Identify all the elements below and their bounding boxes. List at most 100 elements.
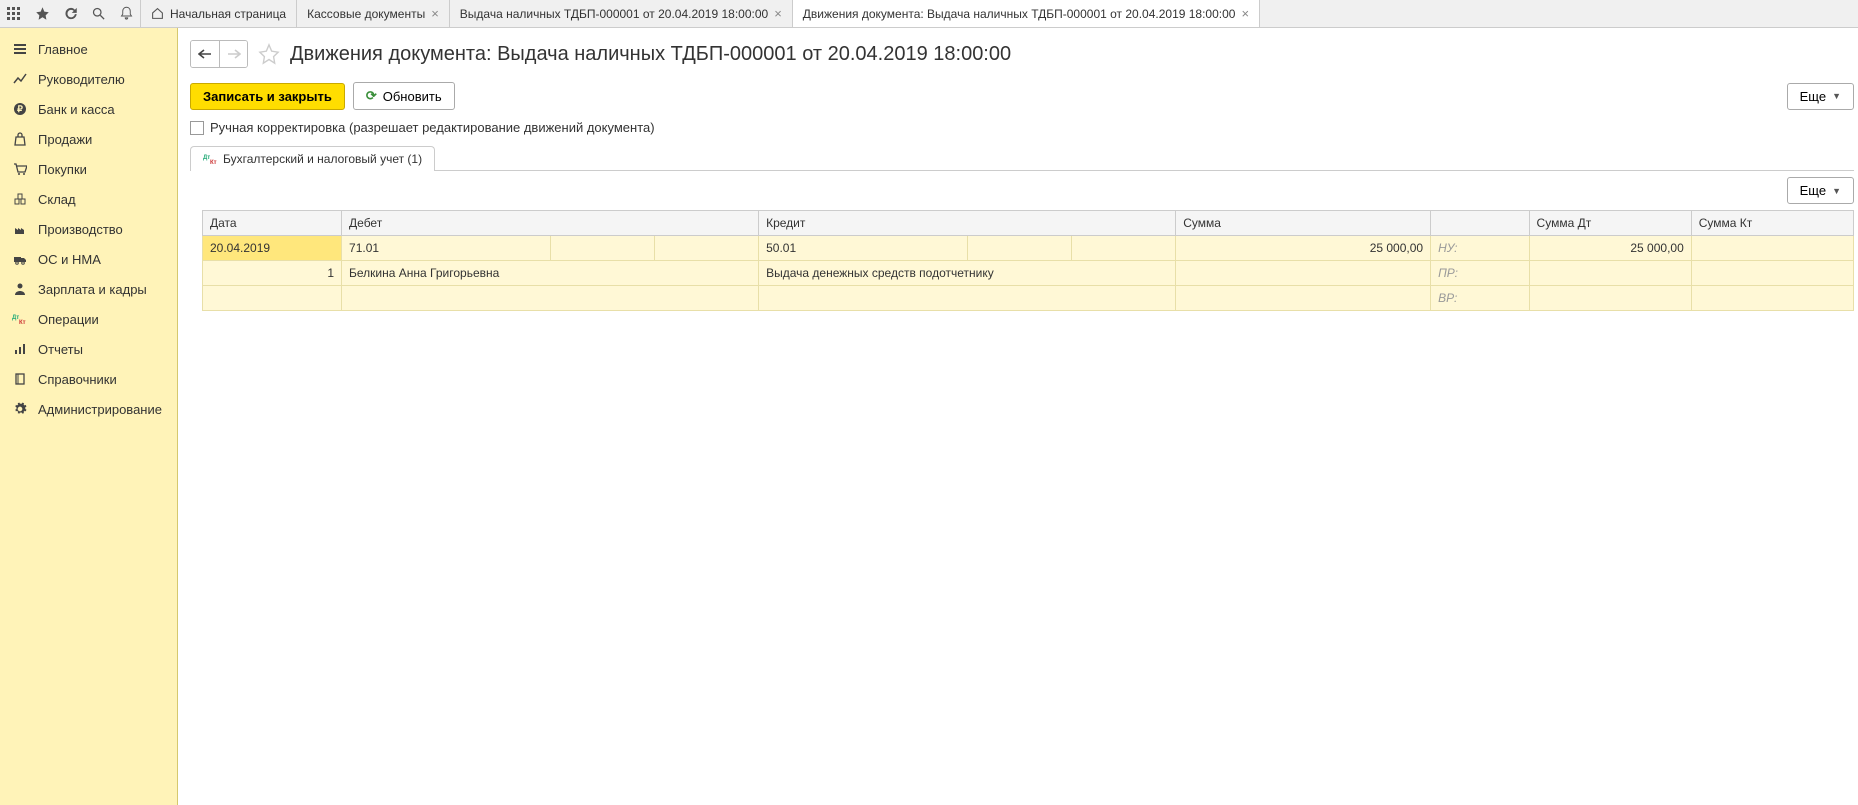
svg-text:Кт: Кт [210, 160, 217, 165]
refresh-icon: ⟳ [366, 88, 377, 104]
sidebar-label: Продажи [38, 132, 92, 147]
tab-accounting-label: Бухгалтерский и налоговый учет (1) [223, 152, 422, 166]
favorite-star-icon[interactable] [258, 43, 280, 65]
sidebar-item-manager[interactable]: Руководителю [0, 64, 177, 94]
sidebar: Главное Руководителю ₽Банк и касса Прода… [0, 28, 178, 805]
menu-icon [12, 41, 28, 57]
book-icon [12, 371, 28, 387]
manual-correction-label: Ручная корректировка (разрешает редактир… [210, 120, 655, 135]
truck-icon [12, 251, 28, 267]
apps-icon[interactable] [6, 6, 22, 22]
nav-buttons [190, 40, 248, 68]
more-button[interactable]: Еще ▼ [1787, 83, 1854, 110]
tab-home-label: Начальная страница [170, 7, 286, 21]
table-row[interactable]: 1 Белкина Анна Григорьевна Выдача денежн… [203, 261, 1854, 286]
svg-text:₽: ₽ [17, 104, 23, 114]
tab-doc-movements-label: Движения документа: Выдача наличных ТДБП… [803, 7, 1236, 21]
top-icons [0, 0, 140, 27]
col-sumkt[interactable]: Сумма Кт [1691, 211, 1853, 236]
grid-more-button[interactable]: Еще ▼ [1787, 177, 1854, 204]
inner-tab-strip: ДтКт Бухгалтерский и налоговый учет (1) [190, 145, 1854, 171]
save-close-button[interactable]: Записать и закрыть [190, 83, 345, 110]
bars-icon [12, 341, 28, 357]
sidebar-item-warehouse[interactable]: Склад [0, 184, 177, 214]
grid-toolbar: Еще ▼ [190, 171, 1854, 210]
tab-doc-movements[interactable]: Движения документа: Выдача наличных ТДБП… [793, 0, 1260, 27]
cell-date: 20.04.2019 [203, 236, 342, 261]
manual-correction-row: Ручная корректировка (разрешает редактир… [190, 120, 1854, 135]
layout: Главное Руководителю ₽Банк и касса Прода… [0, 28, 1858, 805]
sidebar-item-reports[interactable]: Отчеты [0, 334, 177, 364]
sidebar-label: Покупки [38, 162, 87, 177]
refresh-label: Обновить [383, 89, 442, 104]
sidebar-item-assets[interactable]: ОС и НМА [0, 244, 177, 274]
grid-wrap: Дата Дебет Кредит Сумма Сумма Дт Сумма К… [190, 210, 1854, 311]
more-label: Еще [1800, 89, 1826, 104]
cell-credit-name: Выдача денежных средств подотчетнику [759, 261, 1176, 286]
sidebar-item-purchases[interactable]: Покупки [0, 154, 177, 184]
svg-text:Кт: Кт [19, 320, 26, 325]
cell-pr-label: ПР: [1431, 261, 1529, 286]
table-row[interactable]: 20.04.2019 71.01 50.01 25 000,00 НУ: 25 … [203, 236, 1854, 261]
factory-icon [12, 221, 28, 237]
col-credit[interactable]: Кредит [759, 211, 1176, 236]
sidebar-item-main[interactable]: Главное [0, 34, 177, 64]
cart-icon [12, 161, 28, 177]
nav-forward-button[interactable] [219, 41, 247, 67]
top-bar: Начальная страница Кассовые документы × … [0, 0, 1858, 28]
manual-correction-checkbox[interactable] [190, 121, 204, 135]
tab-home[interactable]: Начальная страница [140, 0, 297, 27]
grid-header-row: Дата Дебет Кредит Сумма Сумма Дт Сумма К… [203, 211, 1854, 236]
refresh-button[interactable]: ⟳ Обновить [353, 82, 455, 110]
cell-rownum: 1 [203, 261, 342, 286]
boxes-icon [12, 191, 28, 207]
sidebar-item-operations[interactable]: ДтКт Операции [0, 304, 177, 334]
chevron-down-icon: ▼ [1832, 186, 1841, 196]
tab-cash-issue[interactable]: Выдача наличных ТДБП-000001 от 20.04.201… [450, 0, 793, 27]
cell-vr-label: ВР: [1431, 286, 1529, 311]
tab-cash-issue-label: Выдача наличных ТДБП-000001 от 20.04.201… [460, 7, 768, 21]
header-row: Движения документа: Выдача наличных ТДБП… [190, 40, 1854, 68]
sidebar-item-bank[interactable]: ₽Банк и касса [0, 94, 177, 124]
sidebar-item-sales[interactable]: Продажи [0, 124, 177, 154]
person-icon [12, 281, 28, 297]
sidebar-label: Справочники [38, 372, 117, 387]
close-icon[interactable]: × [774, 6, 782, 21]
history-icon[interactable] [62, 6, 78, 22]
sidebar-item-catalogs[interactable]: Справочники [0, 364, 177, 394]
sidebar-label: Операции [38, 312, 99, 327]
postings-grid[interactable]: Дата Дебет Кредит Сумма Сумма Дт Сумма К… [202, 210, 1854, 311]
nav-back-button[interactable] [191, 41, 219, 67]
tab-cash-docs[interactable]: Кассовые документы × [297, 0, 450, 27]
content-area: Движения документа: Выдача наличных ТДБП… [178, 28, 1858, 805]
sidebar-label: Главное [38, 42, 88, 57]
col-debit[interactable]: Дебет [342, 211, 759, 236]
search-icon[interactable] [90, 6, 106, 22]
home-icon [151, 7, 164, 20]
star-icon[interactable] [34, 6, 50, 22]
toolbar: Записать и закрыть ⟳ Обновить Еще ▼ [190, 82, 1854, 110]
sidebar-label: Отчеты [38, 342, 83, 357]
col-sumdt[interactable]: Сумма Дт [1529, 211, 1691, 236]
bell-icon[interactable] [118, 6, 134, 22]
cell-debit-name: Белкина Анна Григорьевна [342, 261, 759, 286]
tabs-strip: Начальная страница Кассовые документы × … [140, 0, 1260, 27]
table-row[interactable]: ВР: [203, 286, 1854, 311]
grid-more-label: Еще [1800, 183, 1826, 198]
close-icon[interactable]: × [1241, 6, 1249, 21]
sidebar-label: Склад [38, 192, 76, 207]
close-icon[interactable]: × [431, 6, 439, 21]
ruble-icon: ₽ [12, 101, 28, 117]
sidebar-item-admin[interactable]: Администрирование [0, 394, 177, 424]
cell-credit-acc: 50.01 [759, 236, 968, 261]
save-close-label: Записать и закрыть [203, 89, 332, 104]
sidebar-item-salary[interactable]: Зарплата и кадры [0, 274, 177, 304]
dtkt-icon: ДтКт [12, 311, 28, 327]
cell-sumdt: 25 000,00 [1529, 236, 1691, 261]
gear-icon [12, 401, 28, 417]
chevron-down-icon: ▼ [1832, 91, 1841, 101]
col-date[interactable]: Дата [203, 211, 342, 236]
col-sum[interactable]: Сумма [1176, 211, 1431, 236]
sidebar-item-production[interactable]: Производство [0, 214, 177, 244]
tab-accounting[interactable]: ДтКт Бухгалтерский и налоговый учет (1) [190, 146, 435, 171]
